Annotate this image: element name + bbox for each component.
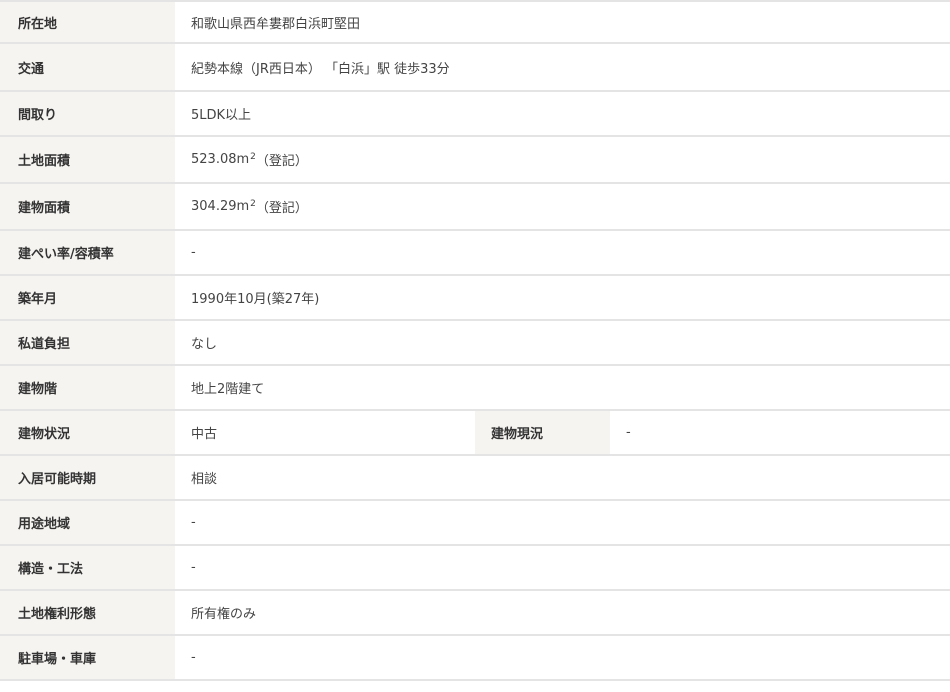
spec-label: 建物現況 [475, 411, 610, 454]
spec-row-move-in: 入居可能時期 相談 [0, 456, 950, 501]
spec-value: 1990年10月(築27年) [175, 276, 950, 319]
spec-row-floors: 建物階 地上2階建て [0, 366, 950, 411]
spec-label: 入居可能時期 [0, 456, 175, 499]
spec-value: 5LDK以上 [175, 92, 950, 135]
spec-row-land-area: 土地面積 523.08m 2 （登記） [0, 137, 950, 184]
spec-value: - [175, 231, 950, 274]
spec-row-zoning: 用途地域 - [0, 501, 950, 546]
spec-label: 建ぺい率/容積率 [0, 231, 175, 274]
property-spec-table: 所在地 和歌山県西牟婁郡白浜町堅田 交通 紀勢本線（JR西日本） 「白浜」駅 徒… [0, 0, 950, 681]
spec-label: 間取り [0, 92, 175, 135]
spec-label: 私道負担 [0, 321, 175, 364]
spec-row-building-condition: 建物状況 中古 建物現況 - [0, 411, 950, 456]
spec-value: なし [175, 321, 950, 364]
spec-value: - [175, 546, 950, 589]
spec-value: - [175, 636, 950, 679]
area-number: 304.29m [191, 199, 250, 214]
spec-row-private-road: 私道負担 なし [0, 321, 950, 366]
spec-row-building-area: 建物面積 304.29m 2 （登記） [0, 184, 950, 231]
area-note: （登記） [255, 154, 308, 169]
spec-label: 交通 [0, 44, 175, 90]
spec-label: 築年月 [0, 276, 175, 319]
area-note: （登記） [255, 201, 308, 216]
spec-value: 523.08m 2 （登記） [175, 137, 950, 182]
spec-row-transport: 交通 紀勢本線（JR西日本） 「白浜」駅 徒歩33分 [0, 44, 950, 92]
spec-value: - [610, 411, 950, 454]
spec-label: 建物階 [0, 366, 175, 409]
spec-label: 駐車場・車庫 [0, 636, 175, 679]
spec-label: 土地面積 [0, 137, 175, 182]
spec-value: 紀勢本線（JR西日本） 「白浜」駅 徒歩33分 [175, 44, 950, 90]
spec-label: 所在地 [0, 2, 175, 42]
area-unit-exponent: 2 [250, 198, 256, 209]
area-unit-exponent: 2 [250, 151, 256, 162]
spec-row-layout: 間取り 5LDK以上 [0, 92, 950, 137]
spec-label: 建物状況 [0, 411, 175, 454]
spec-label: 構造・工法 [0, 546, 175, 589]
spec-row-built-date: 築年月 1990年10月(築27年) [0, 276, 950, 321]
spec-label: 土地権利形態 [0, 591, 175, 634]
spec-row-location: 所在地 和歌山県西牟婁郡白浜町堅田 [0, 2, 950, 44]
spec-value: 和歌山県西牟婁郡白浜町堅田 [175, 2, 950, 42]
spec-value: 地上2階建て [175, 366, 950, 409]
spec-value: 304.29m 2 （登記） [175, 184, 950, 229]
spec-label: 建物面積 [0, 184, 175, 229]
spec-value: 中古 [175, 411, 475, 454]
spec-label: 用途地域 [0, 501, 175, 544]
spec-row-coverage-ratio: 建ぺい率/容積率 - [0, 231, 950, 276]
spec-value: 相談 [175, 456, 950, 499]
spec-row-structure: 構造・工法 - [0, 546, 950, 591]
spec-value: 所有権のみ [175, 591, 950, 634]
spec-row-land-rights: 土地権利形態 所有権のみ [0, 591, 950, 636]
area-number: 523.08m [191, 152, 250, 167]
spec-row-parking: 駐車場・車庫 - [0, 636, 950, 681]
spec-value: - [175, 501, 950, 544]
